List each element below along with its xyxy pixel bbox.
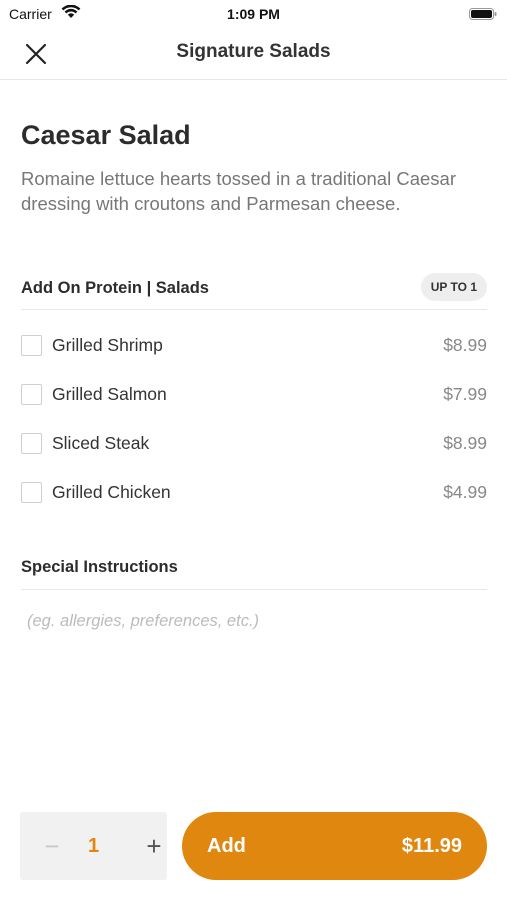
- option-price: $7.99: [443, 384, 487, 404]
- modifier-group-title: Add On Protein | Salads: [21, 279, 209, 297]
- nav-bar: Signature Salads: [0, 28, 507, 80]
- option-label: Sliced Steak: [52, 433, 150, 453]
- battery-icon: [469, 8, 497, 20]
- option-grilled-shrimp[interactable]: Grilled Shrimp $8.99: [21, 325, 487, 365]
- special-instructions-header: Special Instructions: [21, 556, 487, 590]
- option-grilled-salmon[interactable]: Grilled Salmon $7.99: [21, 374, 487, 414]
- checkbox[interactable]: [21, 335, 42, 356]
- status-bar: Carrier 1:09 PM: [0, 0, 507, 28]
- add-button-price: $11.99: [401, 835, 462, 857]
- option-label: Grilled Salmon: [52, 384, 167, 404]
- limit-badge: UP TO 1: [420, 273, 487, 301]
- special-instructions-input[interactable]: [21, 604, 487, 638]
- checkbox[interactable]: [21, 482, 42, 503]
- checkbox[interactable]: [21, 384, 42, 405]
- add-button-label: Add: [207, 835, 246, 857]
- add-to-cart-button[interactable]: Add $11.99: [182, 812, 487, 880]
- option-sliced-steak[interactable]: Sliced Steak $8.99: [21, 423, 487, 463]
- option-grilled-chicken[interactable]: Grilled Chicken $4.99: [21, 472, 487, 512]
- option-label: Grilled Chicken: [52, 482, 171, 502]
- item-title: Caesar Salad: [21, 120, 191, 150]
- quantity-stepper: − 1 +: [20, 812, 167, 880]
- increment-button[interactable]: +: [142, 831, 166, 861]
- quantity-value: 1: [87, 835, 100, 857]
- page-title: Signature Salads: [176, 41, 331, 62]
- checkbox[interactable]: [21, 433, 42, 454]
- option-label: Grilled Shrimp: [52, 335, 163, 355]
- option-price: $4.99: [443, 482, 487, 502]
- status-time: 1:09 PM: [227, 6, 280, 22]
- item-description: Romaine lettuce hearts tossed in a tradi…: [21, 168, 456, 214]
- modifier-group-header: Add On Protein | Salads UP TO 1: [21, 272, 487, 310]
- option-price: $8.99: [443, 433, 487, 453]
- special-instructions-title: Special Instructions: [21, 558, 178, 576]
- option-price: $8.99: [443, 335, 487, 355]
- decrement-button[interactable]: −: [40, 831, 64, 861]
